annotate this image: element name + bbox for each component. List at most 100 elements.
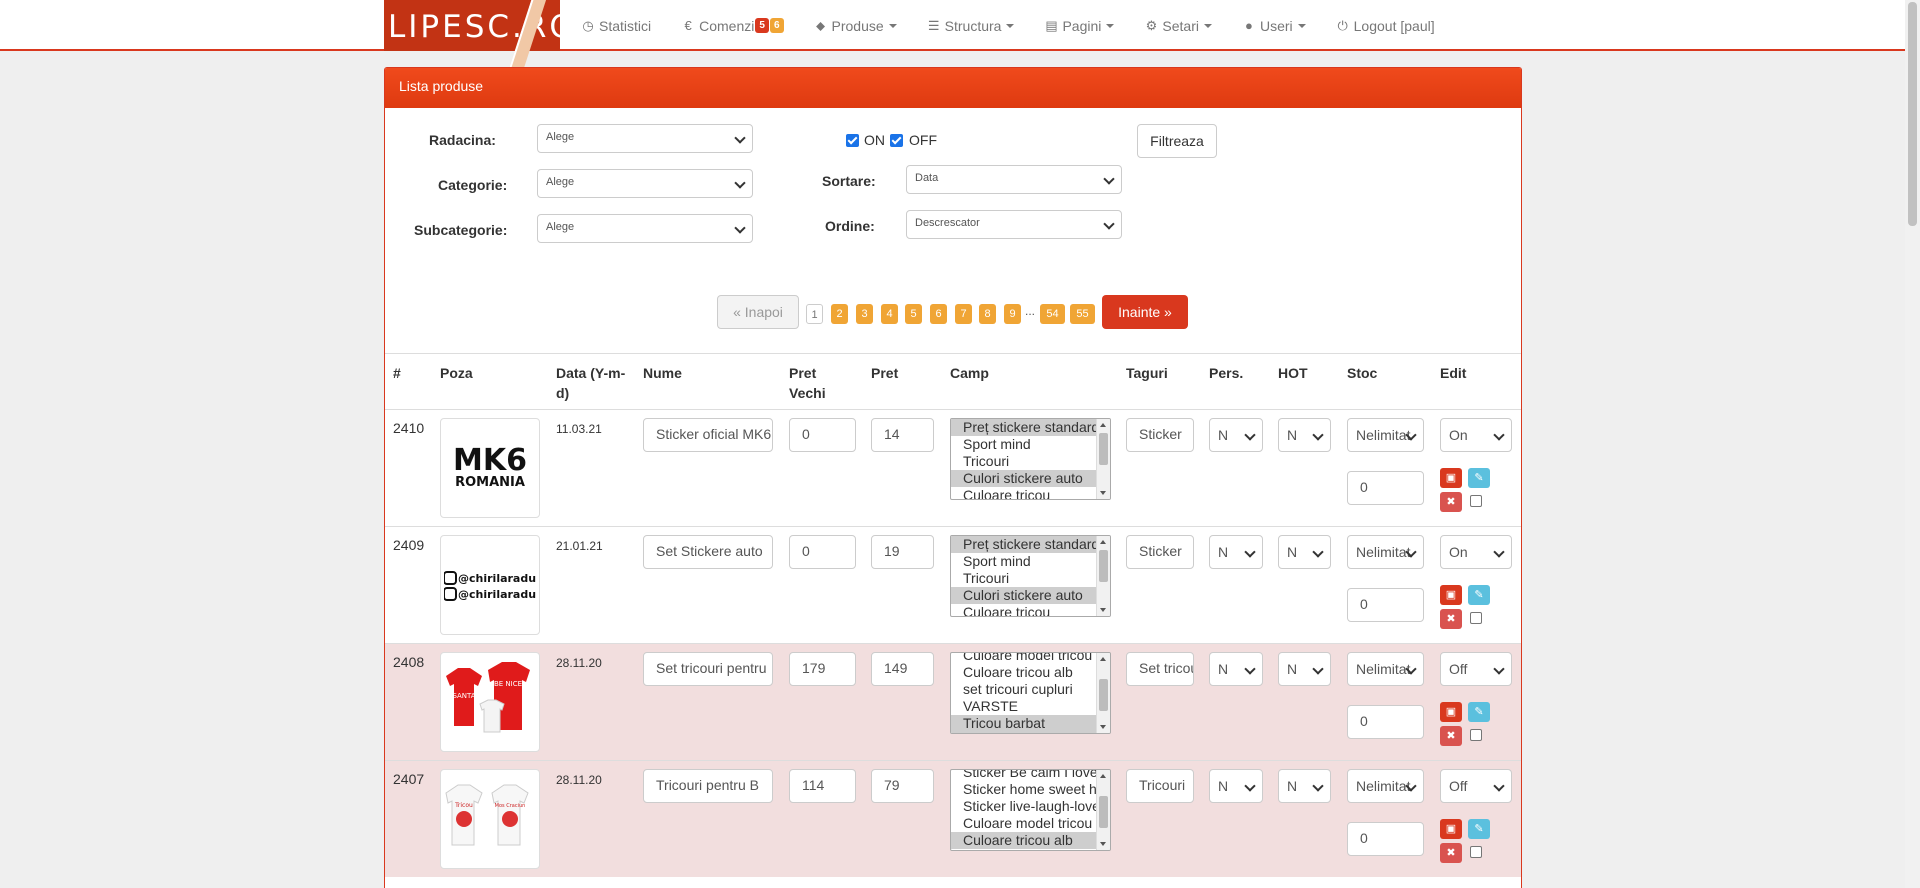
nav-produse[interactable]: ⬥ Produse — [799, 0, 912, 51]
camp-option[interactable]: Culoare tricou alb — [951, 832, 1098, 849]
page-link[interactable]: 2 — [831, 304, 848, 324]
page-link[interactable]: 4 — [881, 304, 898, 324]
camp-option[interactable]: Tricou femeie — [951, 732, 1098, 733]
row-select-checkbox[interactable] — [1470, 495, 1482, 507]
nav-pagini[interactable]: ▤ Pagini — [1029, 0, 1129, 51]
camp-option[interactable]: Tricouri — [951, 570, 1098, 587]
pers-select[interactable]: N — [1209, 418, 1263, 452]
scroll-up-icon[interactable] — [1100, 657, 1106, 661]
pers-select[interactable]: N — [1209, 769, 1263, 803]
status-select[interactable]: On — [1440, 418, 1512, 452]
listbox-scroll-thumb[interactable] — [1099, 550, 1108, 582]
radacina-select[interactable]: Alege — [537, 124, 753, 153]
image-icon[interactable]: ▣ — [1440, 585, 1462, 605]
off-checkbox[interactable] — [890, 134, 903, 147]
camp-multiselect[interactable]: Preț stickere standard Sport mind Tricouri… — [950, 535, 1111, 617]
price-input[interactable]: 14 — [871, 418, 934, 452]
camp-multiselect[interactable]: Sticker Be calm I love Sticker home sweet… — [950, 769, 1111, 851]
camp-option[interactable]: Culori stickere auto — [951, 470, 1098, 487]
scrollbar-thumb[interactable] — [1908, 2, 1917, 226]
name-input[interactable]: Sticker oficial MK6 — [643, 418, 773, 452]
listbox-scrollbar[interactable] — [1096, 653, 1110, 733]
filter-button[interactable]: Filtreaza — [1137, 124, 1217, 158]
page-link[interactable]: 5 — [905, 304, 922, 324]
sortare-select[interactable]: Data — [906, 165, 1122, 194]
delete-icon[interactable]: ✖ — [1440, 492, 1462, 512]
old-price-input[interactable]: 0 — [789, 418, 856, 452]
camp-multiselect[interactable]: Preț stickere standard Sport mind Tricouri… — [950, 418, 1111, 500]
hot-select[interactable]: N — [1278, 652, 1331, 686]
hot-select[interactable]: N — [1278, 418, 1331, 452]
listbox-scrollbar[interactable] — [1096, 770, 1110, 850]
delete-icon[interactable]: ✖ — [1440, 726, 1462, 746]
scroll-down-icon[interactable] — [1100, 608, 1106, 612]
price-input[interactable]: 79 — [871, 769, 934, 803]
nav-comenzi[interactable]: € Comenzi 5 6 — [666, 0, 798, 51]
delete-icon[interactable]: ✖ — [1440, 843, 1462, 863]
page-scrollbar[interactable] — [1905, 0, 1920, 888]
image-icon[interactable]: ▣ — [1440, 702, 1462, 722]
listbox-scroll-thumb[interactable] — [1099, 679, 1108, 711]
pagination-back-button[interactable]: « Inapoi — [717, 295, 799, 329]
camp-multiselect[interactable]: Culoare model tricou Culoare tricou alb se… — [950, 652, 1111, 734]
pencil-icon[interactable]: ✎ — [1468, 468, 1490, 488]
stock-select[interactable]: Nelimitat — [1347, 652, 1424, 686]
old-price-input[interactable]: 179 — [789, 652, 856, 686]
page-link[interactable]: 9 — [1004, 304, 1021, 324]
stock-select[interactable]: Nelimitat — [1347, 418, 1424, 452]
row-select-checkbox[interactable] — [1470, 729, 1482, 741]
image-icon[interactable]: ▣ — [1440, 468, 1462, 488]
pencil-icon[interactable]: ✎ — [1468, 585, 1490, 605]
price-input[interactable]: 19 — [871, 535, 934, 569]
product-thumbnail[interactable]: Tricou Mos Craciun — [440, 769, 540, 869]
page-link[interactable]: 7 — [955, 304, 972, 324]
scroll-down-icon[interactable] — [1100, 491, 1106, 495]
name-input[interactable]: Tricouri pentru B — [643, 769, 773, 803]
nav-statistici[interactable]: ◷ Statistici — [566, 0, 666, 51]
nav-logout[interactable]: ⏻ Logout [paul] — [1321, 0, 1450, 51]
subcategorie-select[interactable]: Alege — [537, 214, 753, 243]
camp-option[interactable]: Tricou barbat — [951, 715, 1098, 732]
scroll-up-icon[interactable] — [1100, 423, 1106, 427]
on-checkbox[interactable] — [846, 134, 859, 147]
camp-option[interactable]: Sticker live-laugh-love — [951, 798, 1098, 815]
name-input[interactable]: Set Stickere auto — [643, 535, 773, 569]
stock-select[interactable]: Nelimitat — [1347, 535, 1424, 569]
product-thumbnail[interactable]: @chirilaraduu @chirilaraduu — [440, 535, 540, 635]
tags-input[interactable]: Sticker — [1126, 535, 1194, 569]
camp-option[interactable]: Sport mind — [951, 553, 1098, 570]
page-link[interactable]: 3 — [856, 304, 873, 324]
camp-option[interactable]: Culoare tricou — [951, 487, 1098, 499]
camp-option[interactable]: set tricouri cupluri — [951, 681, 1098, 698]
camp-option[interactable]: Sport mind — [951, 436, 1098, 453]
page-link[interactable]: 6 — [930, 304, 947, 324]
nav-structura[interactable]: ☰ Structura — [912, 0, 1030, 51]
row-select-checkbox[interactable] — [1470, 612, 1482, 624]
camp-option[interactable]: Culoare model tricou — [951, 653, 1098, 664]
delete-icon[interactable]: ✖ — [1440, 609, 1462, 629]
scroll-up-icon[interactable] — [1100, 540, 1106, 544]
page-link[interactable]: 54 — [1040, 304, 1065, 324]
old-price-input[interactable]: 0 — [789, 535, 856, 569]
scroll-down-icon[interactable] — [1100, 842, 1106, 846]
pencil-icon[interactable]: ✎ — [1468, 702, 1490, 722]
camp-option[interactable]: Culoare tricou alb — [951, 664, 1098, 681]
camp-option[interactable]: Sticker Be calm I love — [951, 770, 1098, 781]
pagination-next-button[interactable]: Inainte » — [1102, 295, 1188, 329]
status-select[interactable]: Off — [1440, 769, 1512, 803]
scroll-up-icon[interactable] — [1100, 774, 1106, 778]
pers-select[interactable]: N — [1209, 535, 1263, 569]
stock-quantity-input[interactable]: 0 — [1347, 588, 1424, 622]
product-thumbnail[interactable]: MK6 ROMANIA — [440, 418, 540, 518]
scroll-down-icon[interactable] — [1100, 725, 1106, 729]
pers-select[interactable]: N — [1209, 652, 1263, 686]
hot-select[interactable]: N — [1278, 769, 1331, 803]
stock-quantity-input[interactable]: 0 — [1347, 471, 1424, 505]
camp-option[interactable]: Culori stickere auto — [951, 587, 1098, 604]
camp-option[interactable]: Culoare tricou — [951, 604, 1098, 616]
camp-option[interactable]: VARSTE — [951, 698, 1098, 715]
camp-option[interactable]: Preț stickere standard — [951, 419, 1098, 436]
camp-option[interactable]: Culoare model tricou — [951, 815, 1098, 832]
product-thumbnail[interactable]: SANTA BE NICE — [440, 652, 540, 752]
tags-input[interactable]: Set tricouri — [1126, 652, 1194, 686]
